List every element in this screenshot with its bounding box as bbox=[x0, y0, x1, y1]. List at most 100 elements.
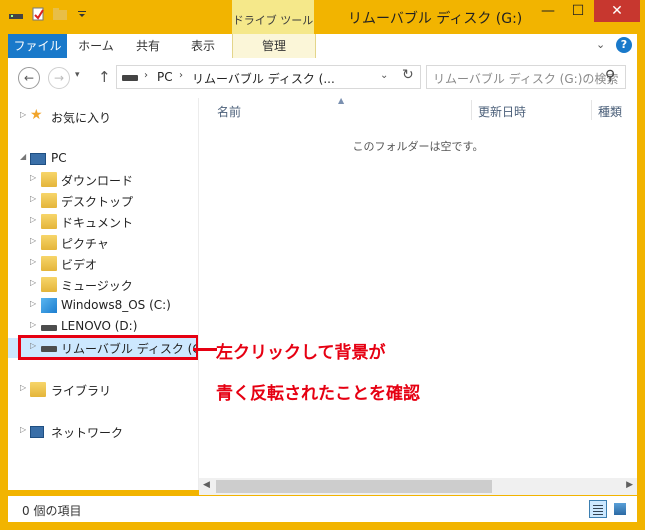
documents-folder-icon bbox=[41, 214, 57, 229]
annotation-text-line2: 青く反転されたことを確認 bbox=[216, 384, 420, 404]
tree-item-libraries[interactable]: ▷ ライブラリ bbox=[8, 380, 198, 400]
breadcrumb-separator-icon[interactable]: › bbox=[179, 70, 183, 81]
scroll-right-icon[interactable]: ▶ bbox=[626, 480, 633, 490]
expand-arrow-icon[interactable]: ▷ bbox=[30, 194, 36, 203]
context-group-label: ドライブ ツール bbox=[232, 14, 314, 27]
breadcrumb-pc[interactable]: PC bbox=[157, 70, 173, 84]
hard-drive-icon bbox=[41, 325, 57, 331]
star-icon: ★ bbox=[30, 107, 43, 123]
scroll-thumb[interactable] bbox=[216, 480, 492, 493]
forward-button[interactable]: → bbox=[48, 67, 70, 89]
navigation-bar: ← → ▾ ↑ › PC › リムーバブル ディスク (... ⌄ ↻ リムーバ… bbox=[8, 58, 637, 98]
expand-ribbon-icon[interactable]: ⌄ bbox=[596, 38, 605, 51]
window-title: リムーバブル ディスク (G:) bbox=[348, 11, 523, 27]
navigation-pane: ▷ ★ お気に入り ◢ PC ▷ ダウンロード ▷ デスクトップ ▷ ドキュメン… bbox=[8, 98, 210, 490]
recent-locations-icon[interactable]: ▾ bbox=[75, 70, 80, 80]
refresh-icon[interactable]: ↻ bbox=[402, 67, 414, 83]
tree-item-favorites[interactable]: ▷ ★ お気に入り bbox=[8, 107, 198, 127]
expand-arrow-icon[interactable]: ▷ bbox=[30, 278, 36, 287]
search-icon[interactable]: ⚲ bbox=[605, 68, 615, 84]
tree-label: ミュージック bbox=[61, 279, 133, 293]
maximize-button[interactable]: ☐ bbox=[563, 0, 593, 22]
large-icons-view-icon[interactable] bbox=[611, 500, 629, 518]
annotation-connector bbox=[193, 348, 217, 351]
collapse-arrow-icon[interactable]: ◢ bbox=[20, 152, 26, 161]
empty-folder-message: このフォルダーは空です。 bbox=[352, 140, 484, 153]
scroll-left-icon[interactable]: ◀ bbox=[203, 480, 210, 490]
close-button[interactable]: ✕ bbox=[594, 0, 640, 22]
customize-qat-icon[interactable] bbox=[74, 6, 90, 22]
tab-share[interactable]: 共有 bbox=[130, 34, 166, 58]
title-bar: ドライブ ツール リムーバブル ディスク (G:) — ☐ ✕ bbox=[0, 0, 645, 34]
tree-label: ピクチャ bbox=[61, 237, 109, 251]
tree-item-network[interactable]: ▷ ネットワーク bbox=[8, 422, 198, 442]
tree-label: ダウンロード bbox=[61, 174, 134, 188]
horizontal-scrollbar[interactable]: ◀ ▶ bbox=[199, 478, 637, 495]
network-icon bbox=[30, 426, 44, 438]
tree-label: ライブラリ bbox=[51, 384, 112, 398]
expand-arrow-icon[interactable]: ▷ bbox=[30, 236, 36, 245]
status-bar: 0 個の項目 bbox=[8, 496, 637, 522]
tree-label: お気に入り bbox=[51, 111, 112, 125]
address-dropdown-icon[interactable]: ⌄ bbox=[380, 70, 388, 81]
file-list-pane: ▲ 名前 更新日時 種類 このフォルダーは空です。 ◀ ▶ bbox=[198, 96, 637, 495]
drive-tools-context-header: ドライブ ツール bbox=[232, 0, 314, 34]
minimize-button[interactable]: — bbox=[533, 0, 563, 22]
expand-arrow-icon[interactable]: ▷ bbox=[20, 383, 26, 392]
tree-label: デスクトップ bbox=[61, 195, 134, 209]
tab-manage[interactable]: 管理 bbox=[232, 34, 316, 58]
tree-item-pictures[interactable]: ▷ ピクチャ bbox=[8, 233, 198, 253]
column-header-type[interactable]: 種類 bbox=[598, 103, 622, 120]
expand-arrow-icon[interactable]: ▷ bbox=[30, 173, 36, 182]
tree-item-videos[interactable]: ▷ ビデオ bbox=[8, 254, 198, 274]
expand-arrow-icon[interactable]: ▷ bbox=[20, 110, 26, 119]
details-view-icon[interactable] bbox=[589, 500, 607, 518]
explorer-window: ドライブ ツール リムーバブル ディスク (G:) — ☐ ✕ ファイル ホーム… bbox=[0, 0, 645, 530]
tab-view[interactable]: 表示 bbox=[182, 34, 224, 58]
tree-item-pc[interactable]: ◢ PC bbox=[8, 149, 198, 169]
expand-arrow-icon[interactable]: ▷ bbox=[30, 299, 36, 308]
sort-indicator-icon: ▲ bbox=[338, 96, 345, 105]
tree-label: PC bbox=[51, 151, 67, 165]
tree-item-music[interactable]: ▷ ミュージック bbox=[8, 275, 198, 295]
windows-drive-icon bbox=[41, 298, 57, 313]
pictures-folder-icon bbox=[41, 235, 57, 250]
tree-item-desktop[interactable]: ▷ デスクトップ bbox=[8, 191, 198, 211]
tree-item-documents[interactable]: ▷ ドキュメント bbox=[8, 212, 198, 232]
column-header-modified[interactable]: 更新日時 bbox=[478, 103, 526, 120]
desktop-folder-icon bbox=[41, 193, 57, 208]
breadcrumb-drive[interactable]: リムーバブル ディスク (... bbox=[192, 70, 335, 87]
tree-label: ビデオ bbox=[61, 258, 98, 272]
videos-folder-icon bbox=[41, 256, 57, 271]
tree-item-lenovo[interactable]: ▷ LENOVO (D:) bbox=[8, 317, 198, 337]
properties-icon[interactable] bbox=[30, 6, 46, 22]
expand-arrow-icon[interactable]: ▷ bbox=[30, 320, 36, 329]
column-header-name[interactable]: 名前 bbox=[217, 103, 241, 120]
search-placeholder: リムーバブル ディスク (G:)の検索 bbox=[433, 72, 619, 86]
highlight-box bbox=[18, 335, 199, 360]
column-divider[interactable] bbox=[591, 100, 592, 120]
help-icon[interactable]: ? bbox=[616, 37, 632, 53]
tab-home[interactable]: ホーム bbox=[74, 34, 118, 58]
address-drive-icon bbox=[122, 75, 138, 81]
address-bar[interactable]: › PC › リムーバブル ディスク (... ⌄ ↻ bbox=[116, 65, 421, 89]
libraries-icon bbox=[30, 382, 46, 397]
drive-icon[interactable] bbox=[8, 6, 24, 22]
quick-access-toolbar bbox=[8, 6, 90, 22]
expand-arrow-icon[interactable]: ▷ bbox=[30, 257, 36, 266]
column-divider[interactable] bbox=[471, 100, 472, 120]
new-folder-icon[interactable] bbox=[52, 6, 68, 22]
search-box[interactable]: リムーバブル ディスク (G:)の検索 ⚲ bbox=[426, 65, 626, 89]
tree-item-windows-os[interactable]: ▷ Windows8_OS (C:) bbox=[8, 296, 198, 316]
back-button[interactable]: ← bbox=[18, 67, 40, 89]
tree-item-downloads[interactable]: ▷ ダウンロード bbox=[8, 170, 198, 190]
up-button[interactable]: ↑ bbox=[98, 68, 111, 86]
expand-arrow-icon[interactable]: ▷ bbox=[30, 215, 36, 224]
music-folder-icon bbox=[41, 277, 57, 292]
ribbon-tab-bar: ファイル ホーム 共有 表示 管理 ⌄ ? bbox=[8, 34, 637, 59]
tree-label: Windows8_OS (C:) bbox=[61, 298, 171, 312]
breadcrumb-separator-icon[interactable]: › bbox=[144, 70, 148, 81]
tab-file[interactable]: ファイル bbox=[8, 34, 67, 58]
expand-arrow-icon[interactable]: ▷ bbox=[20, 425, 26, 434]
downloads-folder-icon bbox=[41, 172, 57, 187]
